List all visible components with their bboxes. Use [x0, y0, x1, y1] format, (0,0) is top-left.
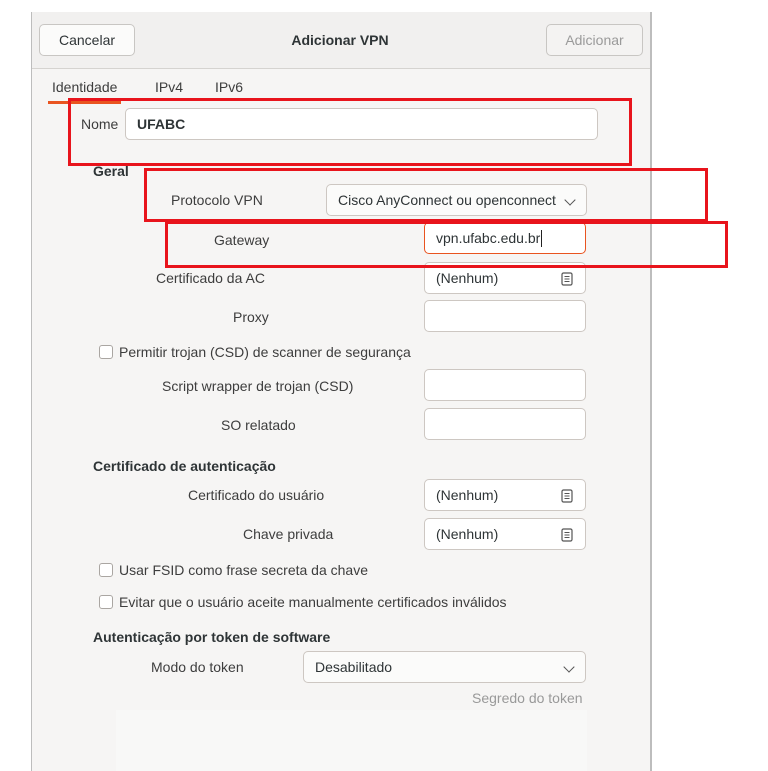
token-mode-dropdown[interactable]: Desabilitado: [303, 651, 586, 683]
private-key-label: Chave privada: [243, 526, 334, 542]
private-key-chooser[interactable]: (Nenhum): [424, 518, 586, 550]
protocol-label: Protocolo VPN: [171, 192, 263, 208]
name-input-value: UFABC: [137, 116, 186, 132]
document-open-icon: [561, 528, 573, 542]
section-auth-cert-title: Certificado de autenticação: [93, 458, 276, 474]
private-key-value: (Nenhum): [436, 526, 499, 542]
name-input[interactable]: UFABC: [125, 108, 598, 140]
add-button[interactable]: Adicionar: [546, 24, 643, 56]
cancel-button[interactable]: Cancelar: [39, 24, 135, 56]
csd-wrapper-input[interactable]: [424, 369, 586, 401]
reported-os-input[interactable]: [424, 408, 586, 440]
dialog-title: Adicionar VPN: [291, 32, 389, 48]
user-cert-label: Certificado do usuário: [188, 487, 325, 503]
user-cert-value: (Nenhum): [436, 487, 499, 503]
proxy-input[interactable]: [424, 300, 586, 332]
csd-wrapper-label: Script wrapper de trojan (CSD): [162, 378, 354, 394]
tab-identidade[interactable]: Identidade: [47, 68, 122, 106]
invalid-certs-checkbox-label[interactable]: Evitar que o usuário aceite manualmente …: [119, 594, 507, 610]
protocol-dropdown-value: Cisco AnyConnect ou openconnect: [338, 192, 556, 208]
tab-ipv6[interactable]: IPv6: [215, 68, 243, 106]
ca-cert-chooser[interactable]: (Nenhum): [424, 262, 586, 294]
text-cursor: [541, 229, 543, 247]
token-secret-area[interactable]: [116, 710, 587, 771]
user-cert-chooser[interactable]: (Nenhum): [424, 479, 586, 511]
ca-cert-value: (Nenhum): [436, 270, 499, 286]
document-open-icon: [561, 272, 573, 286]
invalid-certs-checkbox[interactable]: [99, 595, 113, 609]
document-open-icon: [561, 489, 573, 503]
fsid-checkbox-label[interactable]: Usar FSID como frase secreta da chave: [119, 562, 368, 578]
chevron-down-icon: [563, 661, 575, 673]
token-mode-value: Desabilitado: [315, 659, 393, 675]
section-token-title: Autenticação por token de software: [93, 629, 331, 645]
fsid-checkbox[interactable]: [99, 563, 113, 577]
tab-ipv4[interactable]: IPv4: [155, 68, 183, 106]
csd-checkbox-label[interactable]: Permitir trojan (CSD) de scanner de segu…: [119, 344, 411, 360]
token-mode-label: Modo do token: [151, 659, 244, 675]
protocol-dropdown[interactable]: Cisco AnyConnect ou openconnect: [326, 184, 587, 216]
gateway-input[interactable]: vpn.ufabc.edu.br: [424, 222, 586, 254]
section-general-title: Geral: [93, 163, 129, 179]
gateway-input-value: vpn.ufabc.edu.br: [436, 230, 541, 246]
add-vpn-dialog: Cancelar Adicionar VPN Adicionar Identid…: [31, 12, 652, 771]
token-secret-label: Segredo do token: [472, 690, 583, 706]
proxy-label: Proxy: [233, 309, 269, 325]
tab-bar: Identidade IPv4 IPv6: [32, 68, 651, 106]
window-edge: [650, 12, 651, 771]
csd-checkbox[interactable]: [99, 345, 113, 359]
ca-cert-label: Certificado da AC: [156, 270, 265, 286]
gateway-label: Gateway: [214, 232, 270, 248]
reported-os-label: SO relatado: [221, 417, 296, 433]
name-label: Nome: [81, 116, 119, 132]
chevron-down-icon: [564, 194, 576, 206]
header-bar: Cancelar Adicionar VPN Adicionar: [32, 12, 651, 69]
